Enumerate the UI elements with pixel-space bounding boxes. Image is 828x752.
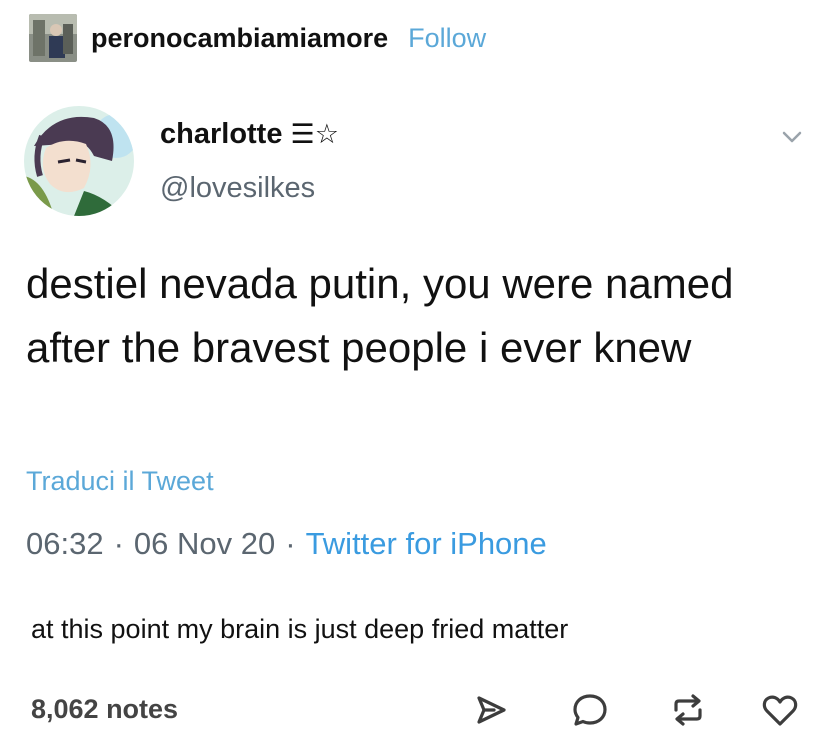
tweet-display-name: charlotte — [160, 118, 283, 150]
tweet-text: destiel nevada putin, you were named aft… — [26, 260, 734, 371]
meta-separator: · — [113, 526, 124, 561]
blog-avatar[interactable] — [29, 14, 77, 62]
tweet-source-link[interactable]: Twitter for iPhone — [306, 526, 547, 561]
tweet-time: 06:32 — [26, 526, 104, 561]
tweet-meta: 06:32 · 06 Nov 20 · Twitter for iPhone — [26, 526, 547, 562]
notes-count[interactable]: 8,062 notes — [31, 694, 178, 725]
reblog-icon[interactable] — [668, 690, 708, 730]
post-caption: at this point my brain is just deep frie… — [31, 614, 569, 644]
translate-tweet-link[interactable]: Traduci il Tweet — [26, 466, 214, 497]
meta-separator: · — [285, 526, 296, 561]
chevron-down-icon[interactable] — [777, 122, 807, 152]
post-header: peronocambiamiamore Follow — [29, 14, 486, 62]
blog-username[interactable]: peronocambiamiamore — [91, 23, 388, 54]
like-icon[interactable] — [760, 690, 800, 730]
follow-button[interactable]: Follow — [408, 23, 486, 54]
share-icon[interactable] — [470, 690, 510, 730]
reply-icon[interactable] — [570, 690, 610, 730]
tweet-date: 06 Nov 20 — [133, 526, 276, 561]
tweet-author[interactable]: charlotte ☰☆ — [160, 118, 339, 151]
tweet-avatar[interactable] — [24, 106, 134, 216]
name-decoration: ☰☆ — [290, 119, 339, 150]
tweet-handle[interactable]: @lovesilkes — [160, 172, 315, 205]
